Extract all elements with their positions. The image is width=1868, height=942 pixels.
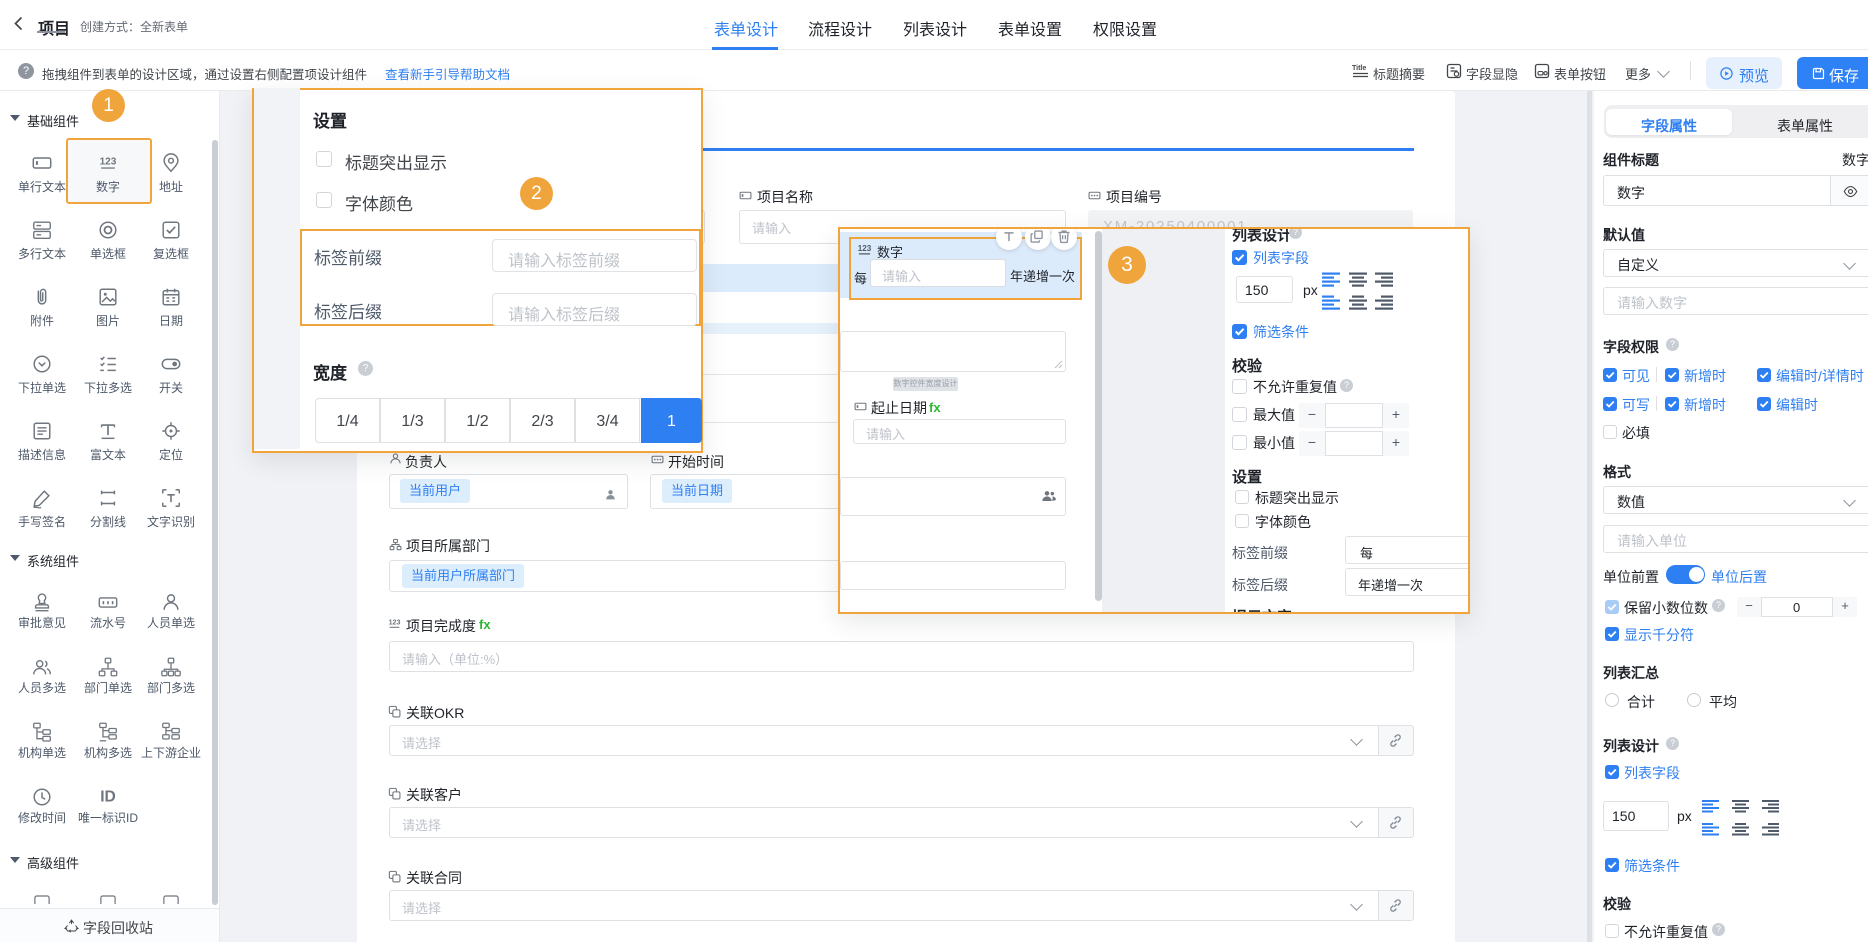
svg-text:123: 123 [858, 244, 872, 253]
